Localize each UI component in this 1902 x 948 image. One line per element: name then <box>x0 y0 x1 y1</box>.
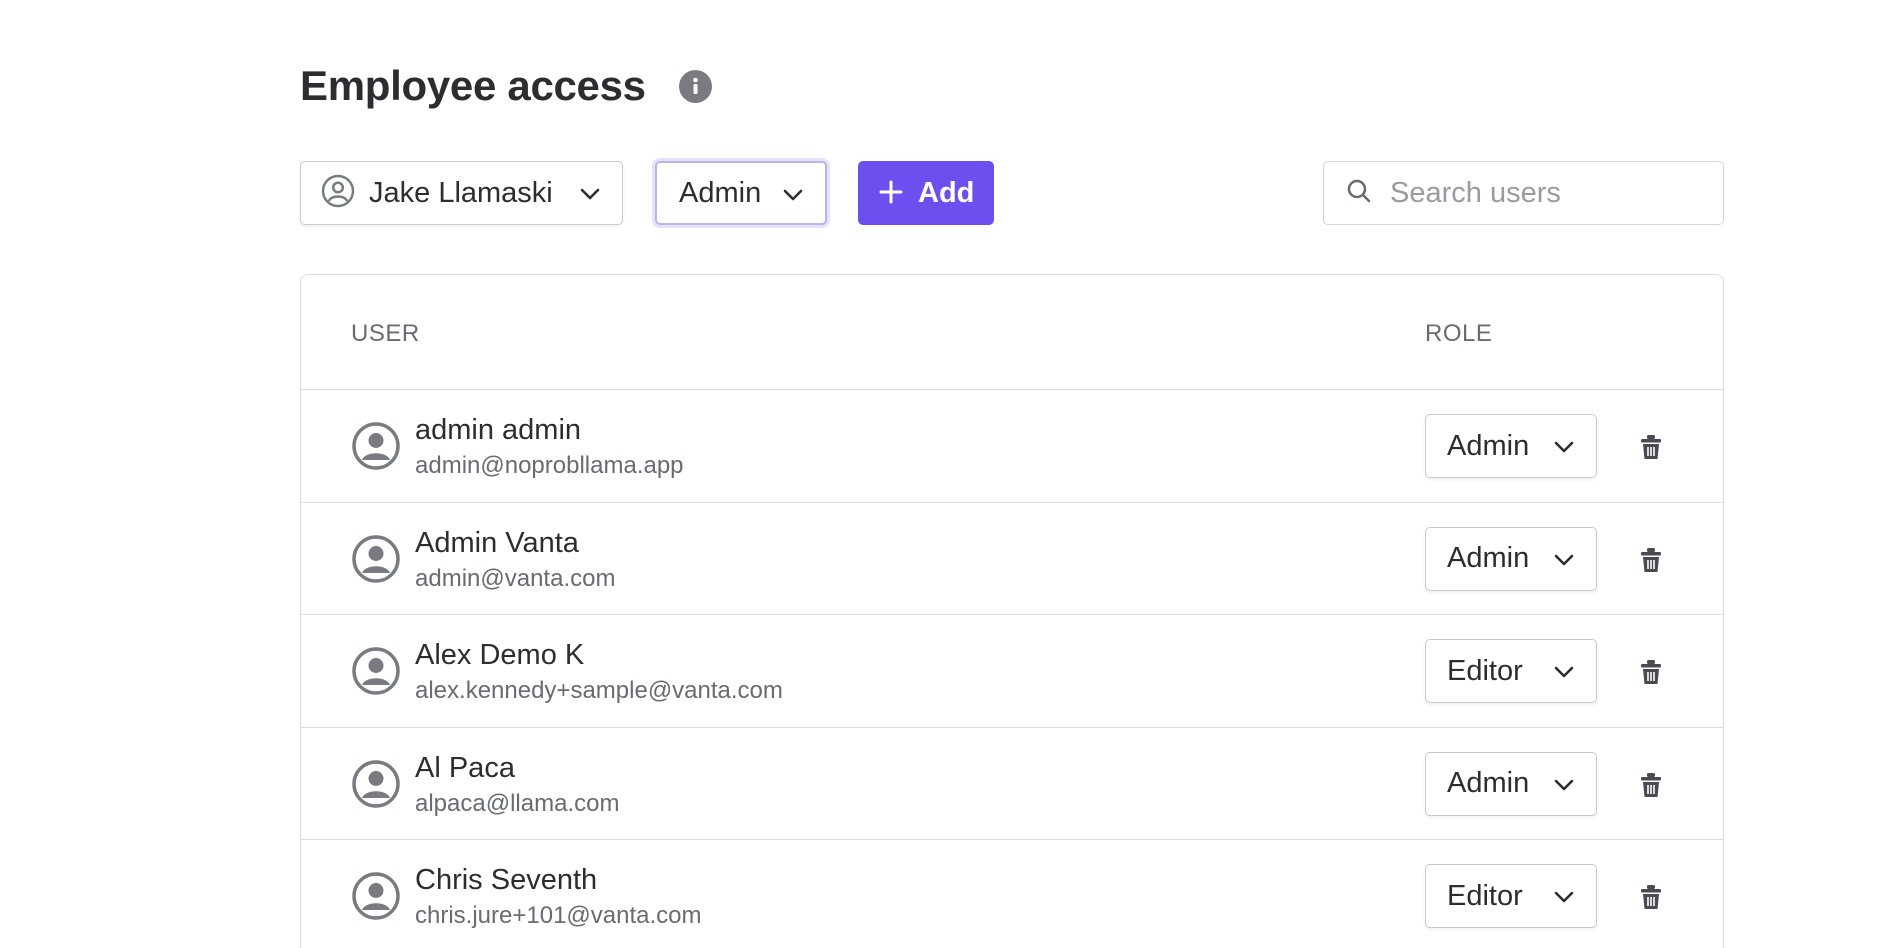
table-row: Alex Demo K alex.kennedy+sample@vanta.co… <box>301 615 1723 728</box>
user-name: Admin Vanta <box>415 526 579 559</box>
role-dropdown[interactable]: Admin <box>1425 414 1597 478</box>
role-dropdown-value: Admin <box>1447 429 1530 462</box>
role-dropdown[interactable]: Editor <box>1425 864 1597 928</box>
employee-access-page: Employee access Jake Llamaski Admin Add … <box>0 0 1902 948</box>
user-email: alpaca@llama.com <box>415 789 620 817</box>
user-name: Al Paca <box>415 751 515 784</box>
avatar-icon <box>351 759 401 809</box>
trash-icon[interactable] <box>1638 883 1664 911</box>
chevron-down-icon <box>1552 660 1576 689</box>
table-row: Al Paca alpaca@llama.com Admin <box>301 728 1723 840</box>
page-title: Employee access <box>300 62 646 109</box>
table-row: Chris Seventh chris.jure+101@vanta.com E… <box>301 840 1723 948</box>
table-header: USER ROLE <box>301 275 1723 390</box>
chevron-down-icon <box>1552 548 1576 577</box>
user-circle-icon <box>321 174 355 213</box>
avatar-icon <box>351 871 401 921</box>
column-header-user: USER <box>351 320 420 347</box>
trash-icon[interactable] <box>1638 546 1664 574</box>
user-email: chris.jure+101@vanta.com <box>415 902 702 929</box>
table-row: admin admin admin@noprobllama.app Admin <box>301 390 1723 503</box>
trash-icon[interactable] <box>1638 433 1664 461</box>
user-name: Chris Seventh <box>415 864 598 896</box>
search-icon <box>1346 178 1372 209</box>
chevron-down-icon <box>1552 435 1576 464</box>
role-dropdown-value: Editor <box>1447 654 1523 687</box>
chevron-down-icon <box>781 183 805 212</box>
chevron-down-icon <box>1552 773 1576 802</box>
chevron-down-icon <box>1552 885 1576 914</box>
user-email: admin@vanta.com <box>415 564 616 592</box>
role-dropdown[interactable]: Admin <box>1425 751 1597 816</box>
trash-icon[interactable] <box>1638 771 1664 799</box>
role-dropdown[interactable]: Editor <box>1425 639 1597 703</box>
role-select[interactable]: Admin <box>655 161 827 225</box>
toolbar: Jake Llamaski Admin Add <box>300 161 1724 225</box>
info-icon[interactable] <box>678 69 712 103</box>
user-select[interactable]: Jake Llamaski <box>300 161 623 225</box>
user-email: alex.kennedy+sample@vanta.com <box>415 677 783 704</box>
search-box <box>1323 161 1724 225</box>
role-dropdown-value: Admin <box>1447 542 1530 574</box>
user-name: admin admin <box>415 414 582 446</box>
column-header-role: ROLE <box>1425 320 1493 347</box>
search-input[interactable] <box>1390 176 1710 210</box>
trash-icon[interactable] <box>1638 658 1664 686</box>
user-name: Alex Demo K <box>415 639 585 671</box>
table-row: Admin Vanta admin@vanta.com Admin <box>301 503 1723 615</box>
avatar-icon <box>351 534 401 584</box>
add-button[interactable]: Add <box>858 161 994 225</box>
role-dropdown-value: Admin <box>1447 767 1530 799</box>
avatar-icon <box>351 646 401 696</box>
user-select-value: Jake Llamaski <box>369 176 553 209</box>
plus-icon <box>878 179 904 208</box>
add-button-label: Add <box>918 176 975 209</box>
user-email: admin@noprobllama.app <box>415 452 684 479</box>
page-header: Employee access <box>300 62 712 110</box>
users-table: USER ROLE admin admin admin@noprobllama.… <box>300 274 1724 948</box>
avatar-icon <box>351 421 401 471</box>
role-dropdown-value: Editor <box>1447 879 1523 912</box>
role-select-value: Admin <box>679 176 762 209</box>
chevron-down-icon <box>578 182 602 211</box>
role-dropdown[interactable]: Admin <box>1425 526 1597 591</box>
